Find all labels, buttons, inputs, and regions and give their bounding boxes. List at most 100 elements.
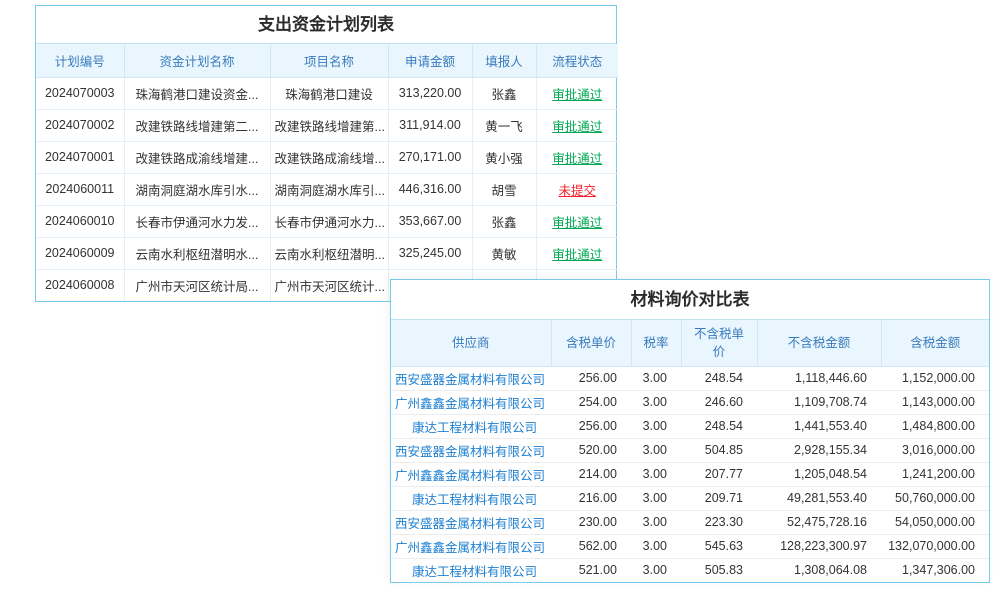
plan-no-cell[interactable]: 2024060008: [36, 269, 124, 301]
tax-rate-cell: 3.00: [631, 534, 681, 558]
plan-col-header-project: 项目名称: [270, 44, 388, 77]
tax-rate-cell: 3.00: [631, 366, 681, 390]
plan-table-row: 2024070002 改建铁路线增建第二... 改建铁路线增建第... 311,…: [36, 109, 618, 141]
tax-rate-cell: 3.00: [631, 390, 681, 414]
plan-no-cell[interactable]: 2024070002: [36, 109, 124, 141]
price-without-tax-cell: 545.63: [681, 534, 757, 558]
amount-cell: 353,667.00: [388, 205, 472, 237]
supplier-cell[interactable]: 康达工程材料有限公司: [391, 414, 551, 438]
status-cell[interactable]: 审批通过: [536, 205, 618, 237]
plan-no-cell[interactable]: 2024070001: [36, 141, 124, 173]
fund-name-cell[interactable]: 湖南洞庭湖水库引水...: [124, 173, 270, 205]
amount-without-tax-cell: 1,441,553.40: [757, 414, 881, 438]
quote-table-row: 西安盛器金属材料有限公司 520.00 3.00 504.85 2,928,15…: [391, 438, 989, 462]
amount-with-tax-cell: 3,016,000.00: [881, 438, 989, 462]
status-cell[interactable]: 审批通过: [536, 237, 618, 269]
project-cell[interactable]: 长春市伊通河水力...: [270, 205, 388, 237]
expenditure-plan-panel: 支出资金计划列表 计划编号 资金计划名称 项目名称 申请金额 填报人 流程状态 …: [35, 5, 617, 302]
supplier-cell[interactable]: 西安盛器金属材料有限公司: [391, 438, 551, 462]
price-without-tax-cell: 248.54: [681, 414, 757, 438]
price-with-tax-cell: 230.00: [551, 510, 631, 534]
fund-name-cell[interactable]: 改建铁路线增建第二...: [124, 109, 270, 141]
plan-table-row: 2024060009 云南水利枢纽潜明水... 云南水利枢纽潜明... 325,…: [36, 237, 618, 269]
amount-with-tax-cell: 54,050,000.00: [881, 510, 989, 534]
quote-col-header-price-tax: 含税单价: [551, 320, 631, 366]
amount-without-tax-cell: 1,109,708.74: [757, 390, 881, 414]
quote-table-row: 康达工程材料有限公司 521.00 3.00 505.83 1,308,064.…: [391, 558, 989, 582]
reporter-cell: 张鑫: [472, 77, 536, 109]
project-cell[interactable]: 改建铁路成渝线增...: [270, 141, 388, 173]
amount-with-tax-cell: 1,152,000.00: [881, 366, 989, 390]
price-without-tax-cell: 223.30: [681, 510, 757, 534]
tax-rate-cell: 3.00: [631, 558, 681, 582]
quote-table-row: 西安盛器金属材料有限公司 230.00 3.00 223.30 52,475,7…: [391, 510, 989, 534]
status-cell[interactable]: 未提交: [536, 173, 618, 205]
plan-no-cell[interactable]: 2024070003: [36, 77, 124, 109]
fund-name-cell[interactable]: 珠海鹤港口建设资金...: [124, 77, 270, 109]
plan-table-row: 2024070003 珠海鹤港口建设资金... 珠海鹤港口建设 313,220.…: [36, 77, 618, 109]
amount-cell: 446,316.00: [388, 173, 472, 205]
project-cell[interactable]: 珠海鹤港口建设: [270, 77, 388, 109]
amount-with-tax-cell: 50,760,000.00: [881, 486, 989, 510]
tax-rate-cell: 3.00: [631, 414, 681, 438]
quote-table-row: 西安盛器金属材料有限公司 256.00 3.00 248.54 1,118,44…: [391, 366, 989, 390]
plan-no-cell[interactable]: 2024060010: [36, 205, 124, 237]
tax-rate-cell: 3.00: [631, 486, 681, 510]
quote-table-row: 广州鑫鑫金属材料有限公司 562.00 3.00 545.63 128,223,…: [391, 534, 989, 558]
fund-name-cell[interactable]: 改建铁路成渝线增建...: [124, 141, 270, 173]
reporter-cell: 胡雪: [472, 173, 536, 205]
price-without-tax-cell: 246.60: [681, 390, 757, 414]
amount-with-tax-cell: 1,484,800.00: [881, 414, 989, 438]
plan-no-cell[interactable]: 2024060011: [36, 173, 124, 205]
plan-table-row: 2024060010 长春市伊通河水力发... 长春市伊通河水力... 353,…: [36, 205, 618, 237]
tax-rate-cell: 3.00: [631, 510, 681, 534]
amount-without-tax-cell: 2,928,155.34: [757, 438, 881, 462]
amount-with-tax-cell: 1,143,000.00: [881, 390, 989, 414]
fund-name-cell[interactable]: 云南水利枢纽潜明水...: [124, 237, 270, 269]
status-cell[interactable]: 审批通过: [536, 109, 618, 141]
plan-col-header-amount: 申请金额: [388, 44, 472, 77]
status-cell[interactable]: 审批通过: [536, 141, 618, 173]
status-cell[interactable]: 审批通过: [536, 77, 618, 109]
amount-with-tax-cell: 132,070,000.00: [881, 534, 989, 558]
supplier-cell[interactable]: 广州鑫鑫金属材料有限公司: [391, 462, 551, 486]
supplier-cell[interactable]: 西安盛器金属材料有限公司: [391, 510, 551, 534]
fund-name-cell[interactable]: 长春市伊通河水力发...: [124, 205, 270, 237]
plan-col-header-status: 流程状态: [536, 44, 618, 77]
supplier-cell[interactable]: 西安盛器金属材料有限公司: [391, 366, 551, 390]
plan-no-cell[interactable]: 2024060009: [36, 237, 124, 269]
amount-with-tax-cell: 1,241,200.00: [881, 462, 989, 486]
supplier-cell[interactable]: 康达工程材料有限公司: [391, 486, 551, 510]
supplier-cell[interactable]: 康达工程材料有限公司: [391, 558, 551, 582]
price-without-tax-cell: 248.54: [681, 366, 757, 390]
price-with-tax-cell: 256.00: [551, 366, 631, 390]
amount-without-tax-cell: 128,223,300.97: [757, 534, 881, 558]
project-cell[interactable]: 云南水利枢纽潜明...: [270, 237, 388, 269]
price-with-tax-cell: 521.00: [551, 558, 631, 582]
tax-rate-cell: 3.00: [631, 438, 681, 462]
price-without-tax-cell: 209.71: [681, 486, 757, 510]
material-inquiry-panel: 材料询价对比表 供应商 含税单价 税率 不含税单价 不含税金额 含税金额 西安盛…: [390, 279, 990, 583]
project-cell[interactable]: 广州市天河区统计...: [270, 269, 388, 301]
price-with-tax-cell: 216.00: [551, 486, 631, 510]
supplier-cell[interactable]: 广州鑫鑫金属材料有限公司: [391, 534, 551, 558]
plan-table-row: 2024060011 湖南洞庭湖水库引水... 湖南洞庭湖水库引... 446,…: [36, 173, 618, 205]
quote-col-header-amount-no-tax: 不含税金额: [757, 320, 881, 366]
tax-rate-cell: 3.00: [631, 462, 681, 486]
material-inquiry-title: 材料询价对比表: [391, 280, 989, 320]
plan-table-header-row: 计划编号 资金计划名称 项目名称 申请金额 填报人 流程状态: [36, 44, 618, 77]
supplier-cell[interactable]: 广州鑫鑫金属材料有限公司: [391, 390, 551, 414]
fund-name-cell[interactable]: 广州市天河区统计局...: [124, 269, 270, 301]
amount-cell: 270,171.00: [388, 141, 472, 173]
project-cell[interactable]: 改建铁路线增建第...: [270, 109, 388, 141]
amount-cell: 311,914.00: [388, 109, 472, 141]
quote-col-header-supplier: 供应商: [391, 320, 551, 366]
reporter-cell: 黄一飞: [472, 109, 536, 141]
price-with-tax-cell: 520.00: [551, 438, 631, 462]
plan-col-header-reporter: 填报人: [472, 44, 536, 77]
price-with-tax-cell: 256.00: [551, 414, 631, 438]
quote-table-row: 康达工程材料有限公司 256.00 3.00 248.54 1,441,553.…: [391, 414, 989, 438]
amount-without-tax-cell: 52,475,728.16: [757, 510, 881, 534]
project-cell[interactable]: 湖南洞庭湖水库引...: [270, 173, 388, 205]
price-without-tax-cell: 505.83: [681, 558, 757, 582]
